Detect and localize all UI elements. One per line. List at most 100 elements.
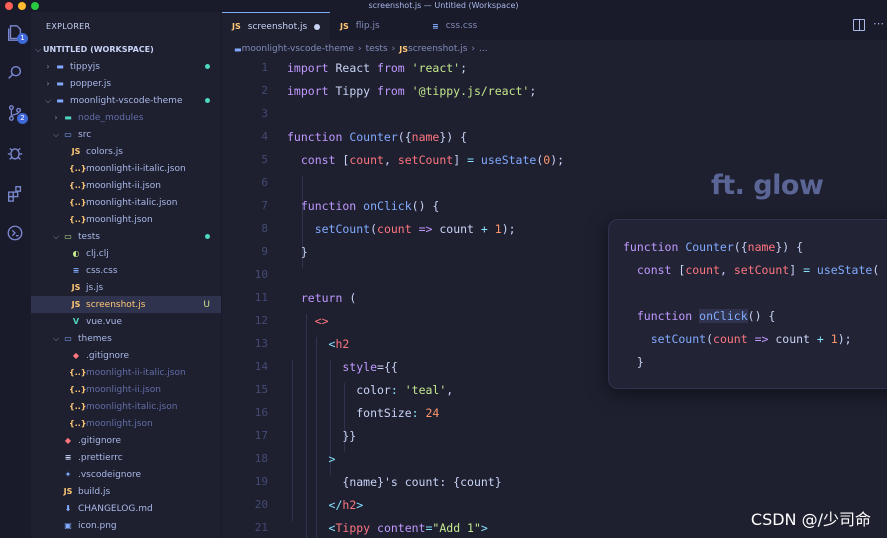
folder-item[interactable]: ⌵ ▭ themes: [31, 330, 221, 347]
tree-item-label: .vscodeignore: [78, 469, 142, 480]
line-number: 13: [254, 337, 268, 350]
file-item[interactable]: JS build.js: [31, 483, 221, 500]
code-line[interactable]: function Counter({name}) {: [287, 130, 467, 144]
code-token: style: [287, 360, 378, 374]
code-token: Counter: [685, 240, 734, 254]
tab-screenshot-js[interactable]: JS screenshot.js: [222, 12, 330, 40]
code-token: import: [287, 84, 336, 98]
file-item[interactable]: {..} moonlight-ii.json: [31, 177, 221, 194]
file-type-icon: {..}: [69, 385, 87, 394]
chevron-down-icon: ⌵: [44, 95, 52, 105]
file-item[interactable]: ◆ .gitignore: [31, 432, 221, 449]
file-item[interactable]: ≡ css.css: [31, 262, 221, 279]
file-item[interactable]: {..} moonlight-italic.json: [31, 398, 221, 415]
debug-icon[interactable]: [4, 142, 26, 164]
tree-item-label: clj.clj: [86, 248, 109, 259]
remote-icon[interactable]: [4, 222, 26, 244]
code-token: <: [287, 337, 336, 351]
code-line[interactable]: {name}'s count: {count}: [287, 475, 501, 489]
preview-code-line: function onClick() {: [623, 309, 775, 323]
explorer-icon[interactable]: 1: [4, 22, 28, 44]
preview-code-line: }: [623, 355, 644, 369]
code-token: 1: [830, 332, 838, 346]
chevron-down-icon: ⌵: [52, 333, 60, 343]
code-line[interactable]: </h2>: [287, 498, 364, 512]
file-type-icon: {..}: [69, 198, 87, 207]
folder-item[interactable]: › ▬ node_modules: [31, 109, 221, 126]
code-line[interactable]: }}: [287, 429, 356, 443]
folder-item[interactable]: ⌵ ▭ src: [31, 126, 221, 143]
code-token: setCount: [397, 153, 454, 167]
file-item[interactable]: ▣ icon.png: [31, 517, 221, 534]
code-line[interactable]: return (: [287, 291, 356, 305]
code-line[interactable]: setCount(count => count + 1);: [287, 222, 516, 236]
watermark: CSDN @/少司命: [750, 510, 871, 529]
file-item[interactable]: {..} moonlight.json: [31, 415, 221, 432]
file-type-icon: ◆: [64, 436, 72, 445]
code-line[interactable]: import Tippy from '@tippy.js/react';: [287, 84, 536, 98]
code-token: React: [335, 61, 378, 75]
file-item[interactable]: ◆ .gitignore: [31, 347, 221, 364]
code-token: function: [287, 130, 350, 144]
file-item[interactable]: ≡ .prettierrc: [31, 449, 221, 466]
activity-badge: 2: [17, 113, 28, 124]
line-number: 11: [254, 291, 268, 304]
code-line[interactable]: color: 'teal',: [287, 383, 453, 397]
source-control-icon[interactable]: 2: [4, 102, 28, 124]
tree-item-label: themes: [78, 333, 112, 344]
code-token: function: [287, 199, 364, 213]
file-item[interactable]: {..} moonlight-italic.json: [31, 194, 221, 211]
search-icon[interactable]: [4, 62, 26, 84]
file-item[interactable]: ✦ .vscodeignore: [31, 466, 221, 483]
code-line[interactable]: <Tippy content="Add 1">: [287, 521, 488, 535]
folder-item[interactable]: ⌵ ▬ moonlight-vscode-theme: [31, 92, 221, 109]
tree-item-label: tippyjs: [70, 61, 100, 72]
code-line[interactable]: function onClick() {: [287, 199, 440, 213]
code-line[interactable]: import React from 'react';: [287, 61, 467, 75]
tab-css-css[interactable]: ≡ css.css: [422, 12, 500, 40]
file-item[interactable]: JS js.js: [31, 279, 221, 296]
file-item[interactable]: {..} moonlight-ii-italic.json: [31, 364, 221, 381]
code-line[interactable]: }: [287, 245, 308, 259]
file-item[interactable]: ⬇ CHANGELOG.md: [31, 500, 221, 517]
file-type-icon: {..}: [69, 402, 87, 411]
breadcrumb-item[interactable]: ...: [479, 44, 488, 54]
breadcrumb-separator: ›: [358, 44, 362, 54]
code-line[interactable]: style={{: [287, 360, 397, 374]
code-line[interactable]: >: [287, 452, 336, 466]
code-token: Tippy: [335, 84, 378, 98]
file-type-icon: JS: [71, 300, 81, 309]
extensions-icon[interactable]: [4, 182, 26, 204]
breadcrumb-item[interactable]: moonlight-vscode-theme: [242, 44, 354, 54]
split-editor-icon[interactable]: [853, 19, 865, 31]
folder-item[interactable]: › ▬ tippyjs: [31, 58, 221, 75]
folder-item[interactable]: › ▬ popper.js: [31, 75, 221, 92]
code-line[interactable]: <h2: [287, 337, 350, 351]
line-number: 10: [254, 268, 268, 281]
file-item[interactable]: ≡LICENSE: [31, 534, 221, 538]
code-token: }) {: [439, 130, 468, 144]
file-item[interactable]: {..} moonlight-ii-italic.json: [31, 160, 221, 177]
file-item[interactable]: {..} moonlight-ii.json: [31, 381, 221, 398]
breadcrumb-item[interactable]: tests: [366, 44, 388, 54]
file-item[interactable]: Vvue.vue: [31, 313, 221, 330]
chevron-down-icon: ⌵: [52, 129, 60, 139]
breadcrumb-item[interactable]: screenshot.js: [408, 44, 467, 54]
tree-item-label: moonlight-vscode-theme: [70, 95, 183, 106]
code-token: {: [287, 475, 350, 489]
editor-tab-bar: ⋯ JS screenshot.js JS flip.js ≡ css.css: [222, 12, 887, 40]
code-line[interactable]: fontSize: 24: [287, 406, 439, 420]
workspace-root[interactable]: ⌵ UNTITLED (WORKSPACE): [31, 41, 221, 58]
code-line[interactable]: const [count, setCount] = useState(0);: [287, 153, 564, 167]
file-item[interactable]: JS colors.js: [31, 143, 221, 160]
code-token: color: [287, 383, 391, 397]
more-actions-icon[interactable]: ⋯: [873, 17, 884, 30]
tab-flip-js[interactable]: JS flip.js: [330, 12, 422, 40]
folder-item[interactable]: ⌵ ▭ tests: [31, 228, 221, 245]
file-item[interactable]: {..} moonlight.json: [31, 211, 221, 228]
file-item[interactable]: ◐ clj.clj: [31, 245, 221, 262]
code-line[interactable]: <>: [287, 314, 329, 328]
breadcrumb-icon: JS: [399, 44, 408, 54]
file-item[interactable]: JS screenshot.js U: [31, 296, 221, 313]
tree-item-label: moonlight-ii-italic.json: [86, 367, 186, 378]
